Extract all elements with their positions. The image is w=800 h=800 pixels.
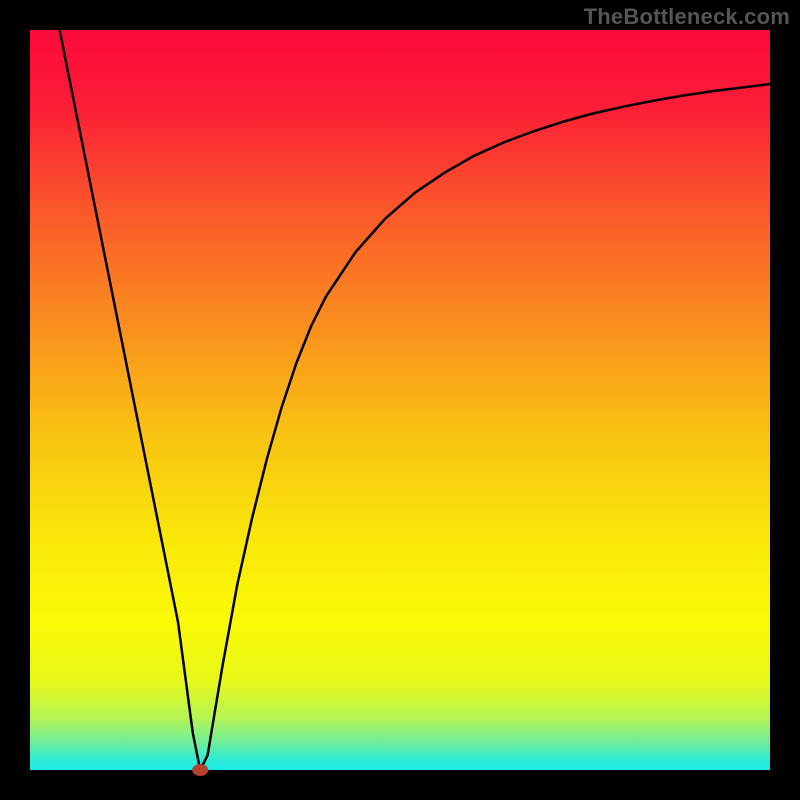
optimum-marker — [192, 764, 208, 776]
bottleneck-chart — [0, 0, 800, 800]
plot-background — [30, 30, 770, 770]
watermark-text: TheBottleneck.com — [584, 4, 790, 30]
chart-frame: TheBottleneck.com — [0, 0, 800, 800]
